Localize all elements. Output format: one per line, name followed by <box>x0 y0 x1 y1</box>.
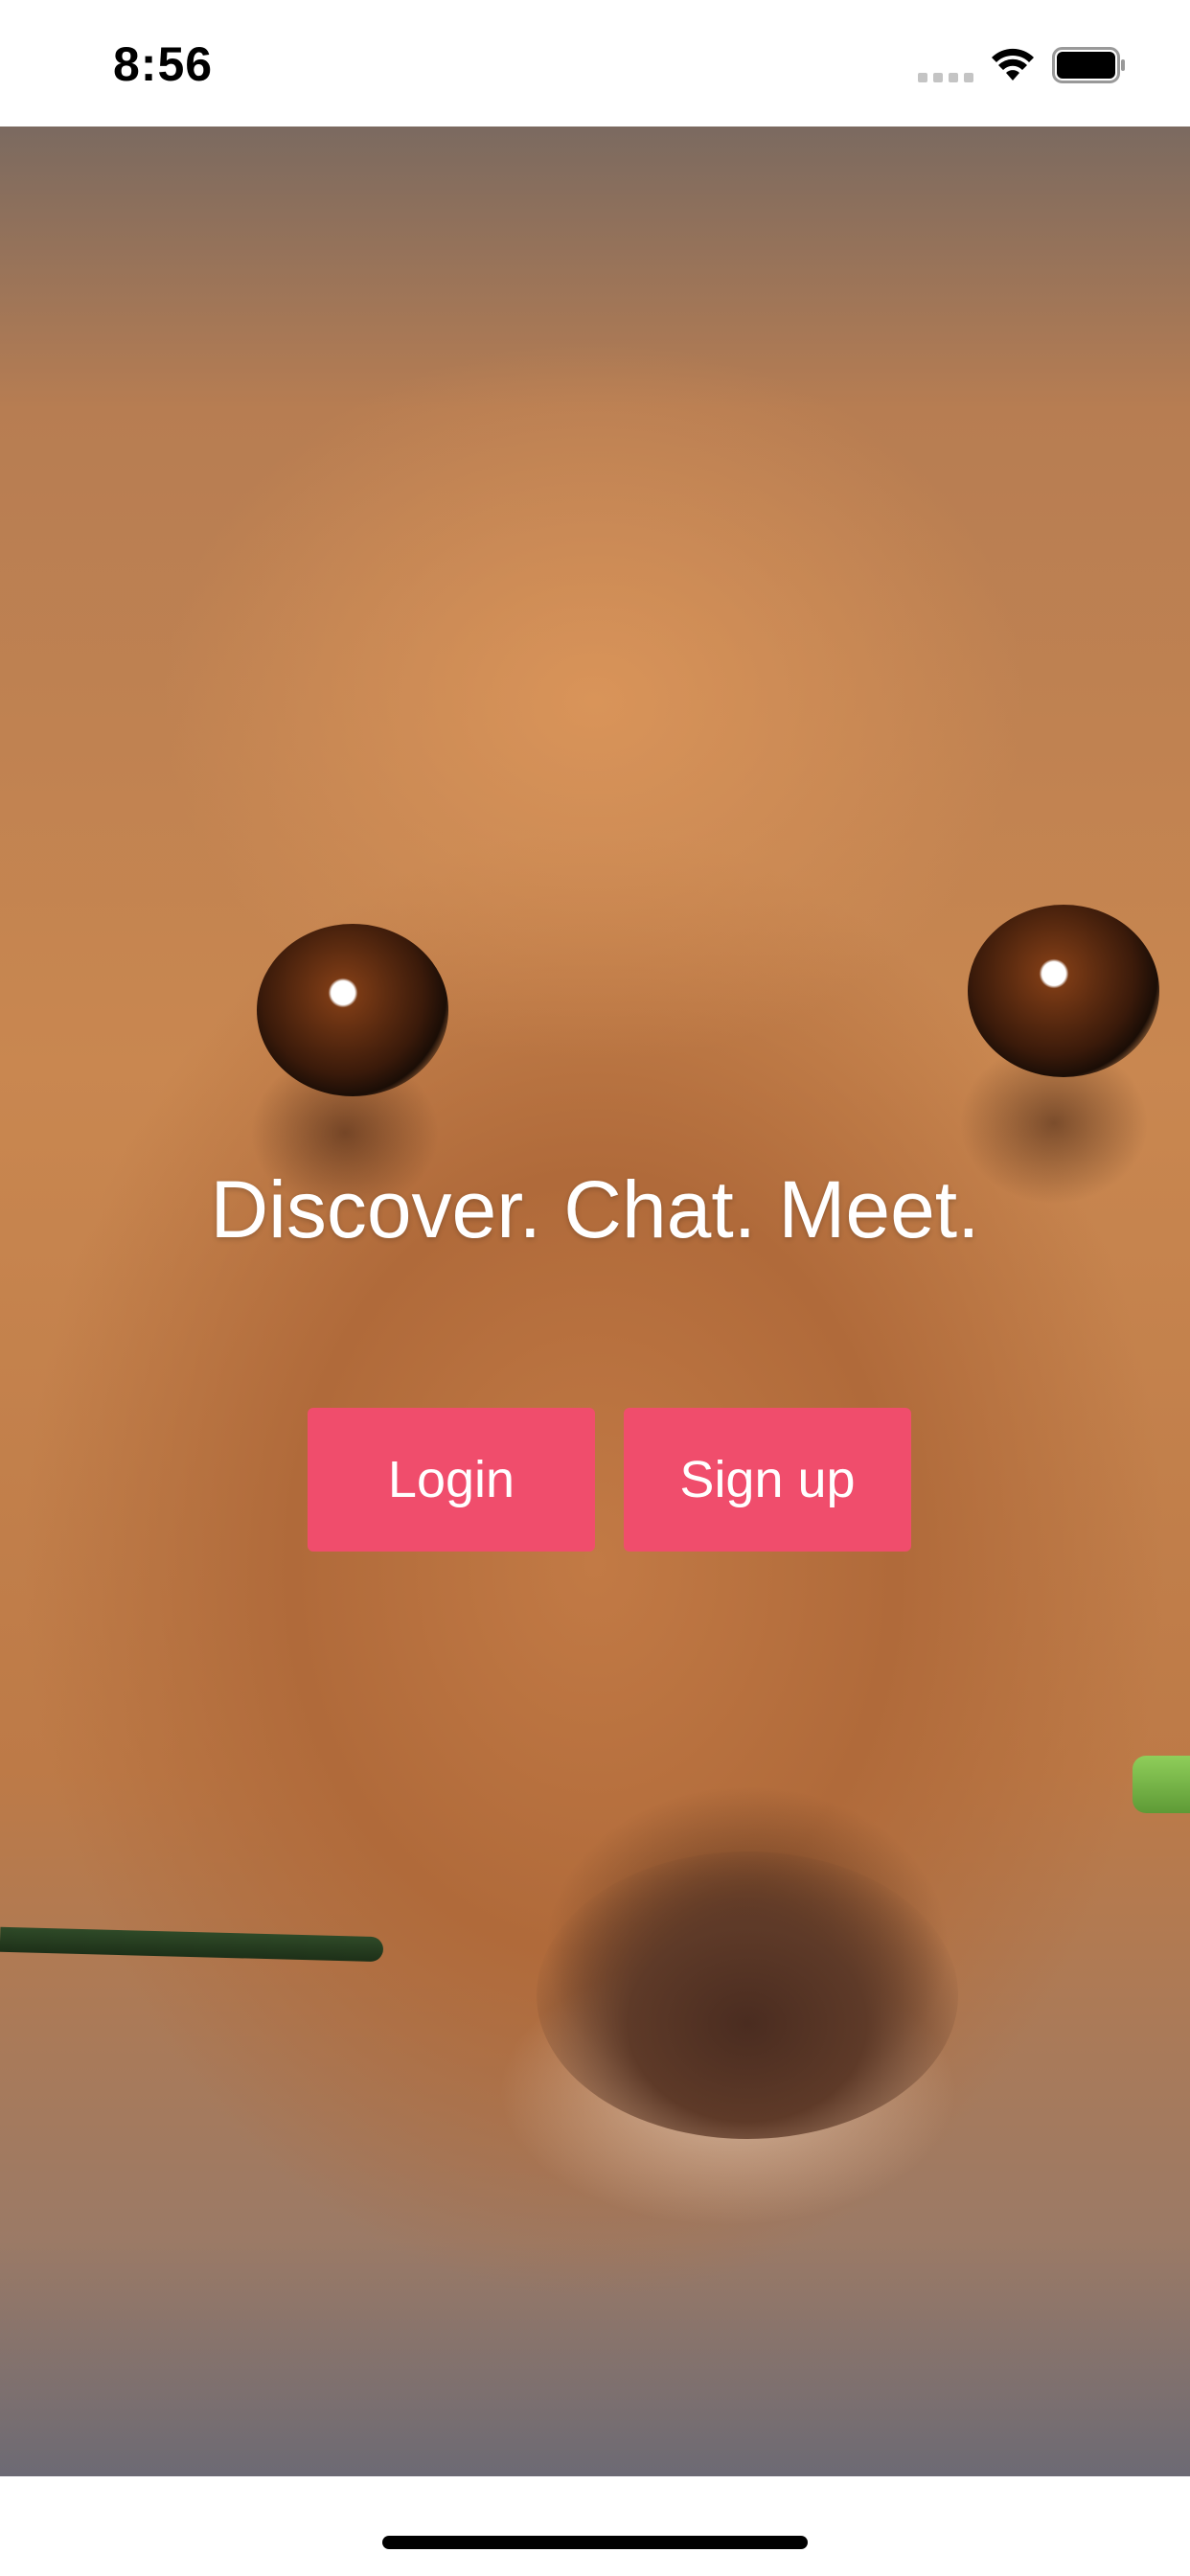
wifi-icon <box>992 48 1034 80</box>
signup-button[interactable]: Sign up <box>624 1408 911 1552</box>
battery-icon <box>1052 47 1125 83</box>
dog-left-eye <box>257 924 448 1096</box>
hero-background-photo: Discover. Chat. Meet. Login Sign up <box>0 126 1190 2476</box>
status-icons <box>918 42 1127 88</box>
flower-stem <box>0 1926 384 1963</box>
signal-dots-icon <box>918 67 973 82</box>
tagline: Discover. Chat. Meet. <box>210 1164 980 1254</box>
status-time: 8:56 <box>113 37 214 91</box>
login-button[interactable]: Login <box>308 1408 595 1552</box>
dog-right-eye <box>968 905 1159 1077</box>
home-indicator[interactable] <box>382 2536 808 2549</box>
bottom-bar <box>0 2476 1190 2576</box>
dog-nose <box>537 1852 958 2139</box>
flower-stem-right <box>1133 1756 1190 1813</box>
welcome-screen: 8:56 Discover. Chat. Meet. Login Sign up <box>0 0 1190 2576</box>
status-bar: 8:56 <box>0 0 1190 126</box>
auth-buttons: Login Sign up <box>308 1408 911 1552</box>
